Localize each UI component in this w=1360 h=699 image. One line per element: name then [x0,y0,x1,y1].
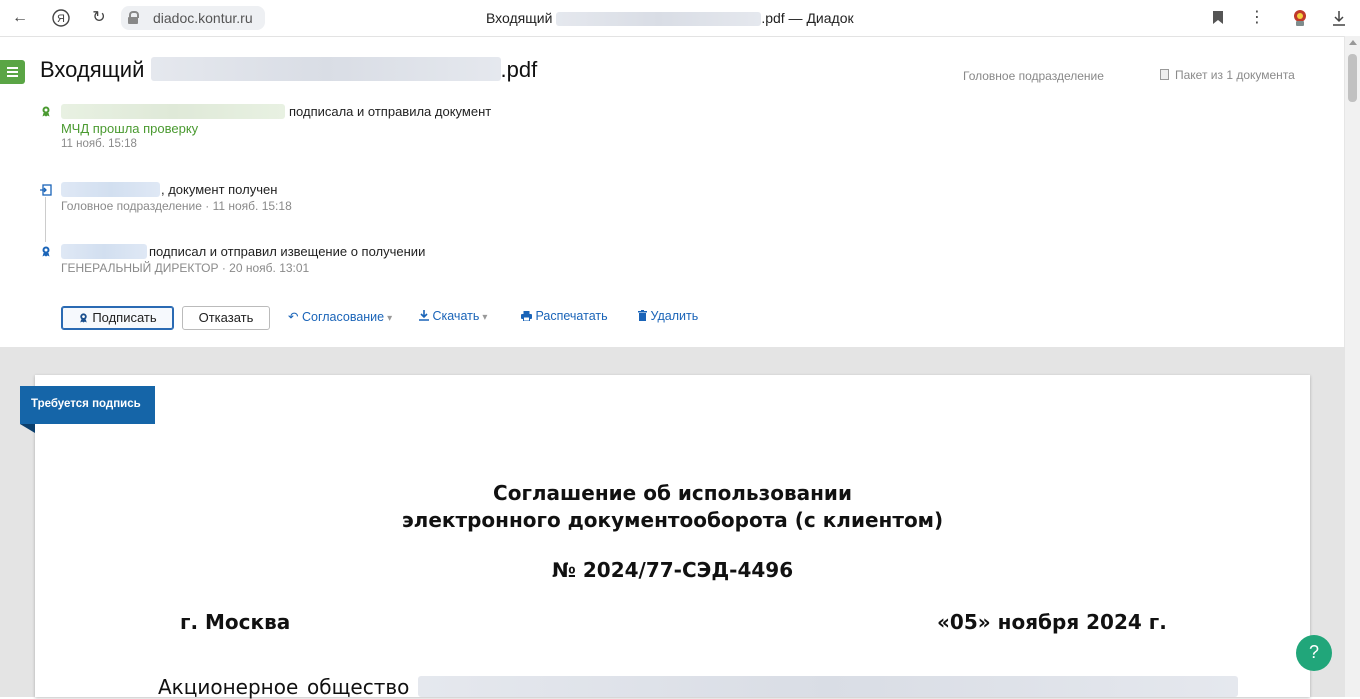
download-arrow-icon [419,310,429,321]
document-page [35,375,1310,697]
svg-text:Я: Я [57,13,65,25]
yandex-icon[interactable]: Я [49,6,73,30]
received-icon [40,183,52,196]
page-title: Входящий .pdf [40,57,537,83]
chevron-down-icon: ▾ [387,313,393,324]
event-2-meta: Головное подразделение · 11 нояб. 15:18 [61,199,292,213]
print-button[interactable]: Распечатать [521,309,608,323]
doc-city: г. Москва [180,610,291,634]
scroll-up-icon[interactable] [1349,40,1357,45]
signature-icon [40,104,52,117]
chevron-down-icon: ▾ [482,312,488,323]
redacted-filename [556,12,762,27]
printer-icon [521,311,532,322]
delete-button[interactable]: Удалить [638,309,698,323]
window-title-suffix: .pdf — Диадок [761,10,854,26]
title-prefix: Входящий [40,57,145,82]
reject-button[interactable]: Отказать [182,306,270,330]
print-label: Распечатать [535,309,608,323]
redacted-title [150,57,501,81]
doc-title-line2: электронного документооборота (с клиенто… [401,508,944,532]
lock-icon [128,11,139,24]
event-3-meta: ГЕНЕРАЛЬНЫЙ ДИРЕКТОР · 20 нояб. 13:01 [61,261,310,275]
vertical-scrollbar[interactable] [1344,36,1360,697]
more-menu-icon[interactable]: ⋮ [1245,6,1269,30]
sign-label: Подписать [92,310,157,325]
browser-toolbar: ← Я ↻ diadoc.kontur.ru Входящий .pdf — Д… [0,0,1360,37]
bookmark-icon[interactable] [1206,6,1230,30]
trash-icon [638,310,647,321]
extension-icon[interactable] [1288,6,1312,30]
doc-title-line1: Соглашение об использовании [493,481,852,505]
help-button[interactable]: ? [1296,635,1332,671]
redacted-signer [61,244,147,259]
event-3-text: подписал и отправил извещение о получени… [149,244,426,259]
title-suffix: .pdf [500,57,538,82]
signature-required-ribbon: Требуется подпись [20,386,155,424]
event-1-time: 11 нояб. 15:18 [61,138,137,150]
back-icon[interactable]: ← [8,6,32,30]
address-bar[interactable]: diadoc.kontur.ru [121,6,265,30]
window-title-prefix: Входящий [486,10,553,26]
event-1-status[interactable]: МЧД прошла проверку [61,121,198,136]
doc-date: «05» ноября 2024 г. [937,610,1167,634]
menu-button[interactable] [0,60,25,84]
download-label: Скачать [432,309,480,323]
download-icon[interactable] [1327,6,1351,30]
window-title: Входящий .pdf — Диадок [486,10,854,27]
timeline-line [45,197,46,242]
doc-number: № 2024/77-СЭД-4496 [551,558,794,582]
reload-icon[interactable]: ↻ [87,6,111,30]
packet-info[interactable]: Пакет из 1 документа [1160,68,1295,82]
event-2-text: , документ получен [161,182,278,197]
scrollbar-thumb[interactable] [1348,54,1357,102]
doc-body-word-2: общество [307,675,410,699]
document-icon [1160,69,1169,80]
sign-button[interactable]: Подписать [61,306,174,330]
department-label: Головное подразделение [963,69,1104,83]
ribbon-fold [20,424,35,433]
url-text: diadoc.kontur.ru [153,10,253,26]
reply-icon: ↶ [288,310,299,324]
redacted-company-name [418,676,1238,697]
signature-icon [40,244,52,257]
doc-body-word-1: Акционерное [158,675,299,699]
seal-icon [80,313,88,323]
approval-label: Согласование [301,310,385,324]
redacted-receiver [61,182,160,197]
packet-label: Пакет из 1 документа [1175,68,1295,82]
download-dropdown[interactable]: Скачать ▾ [419,309,487,323]
approval-dropdown[interactable]: ↶ Согласование ▾ [288,309,392,324]
redacted-sender [61,104,285,119]
delete-label: Удалить [650,309,699,323]
event-1-text: подписала и отправила документ [289,104,492,119]
